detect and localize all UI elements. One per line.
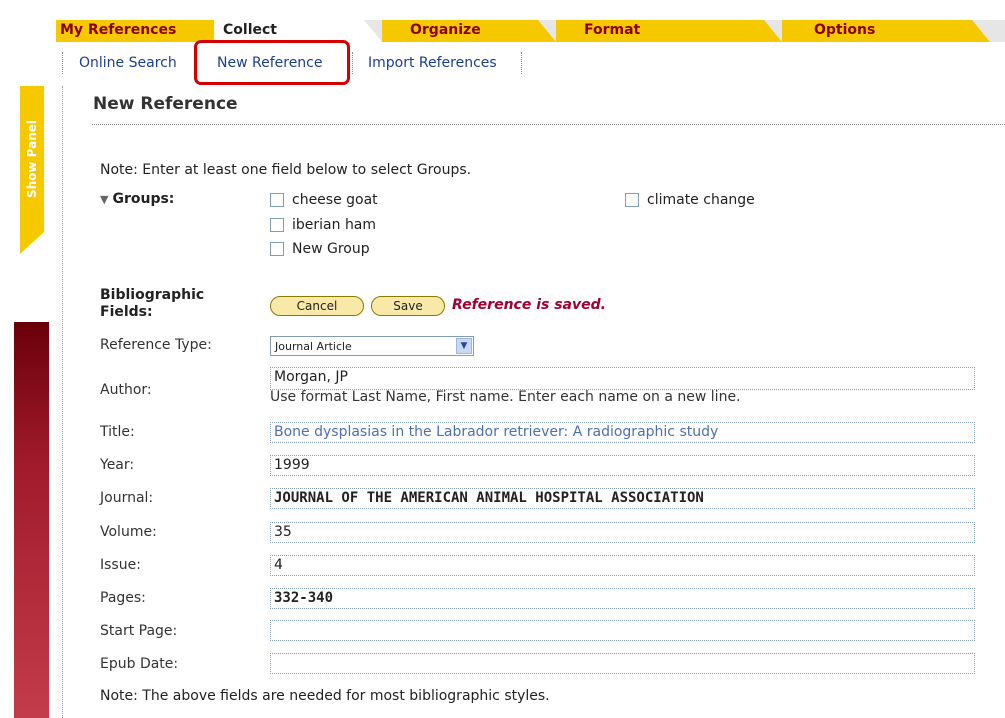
tab-collect[interactable]: Collect	[214, 20, 382, 42]
reference-type-label: Reference Type:	[100, 337, 212, 353]
author-field[interactable]: Morgan, JP	[270, 367, 975, 390]
epub-date-label: Epub Date:	[100, 656, 179, 672]
start-page-label: Start Page:	[100, 623, 178, 639]
tab-my-references[interactable]: My References	[56, 20, 232, 42]
group-checkbox-iberian-ham[interactable]: iberian ham	[270, 217, 376, 233]
tab-label: Collect	[223, 22, 277, 38]
journal-label: Journal:	[100, 490, 154, 506]
groups-label: Groups:	[112, 191, 175, 207]
tab-label: My References	[60, 22, 177, 38]
groups-note: Note: Enter at least one field below to …	[100, 162, 472, 178]
tab-options[interactable]: Options	[782, 20, 990, 42]
group-label: New Group	[292, 241, 370, 257]
reference-type-value: Journal Article	[275, 340, 352, 353]
volume-field[interactable]: 35	[270, 522, 975, 543]
title-field[interactable]: Bone dysplasias in the Labrador retrieve…	[270, 422, 975, 443]
save-button[interactable]: Save	[371, 296, 445, 316]
new-reference-highlight-box	[194, 40, 350, 85]
tab-label: Format	[584, 22, 641, 38]
epub-date-field[interactable]	[270, 653, 975, 674]
subnav-online-search[interactable]: Online Search	[79, 55, 177, 71]
issue-field[interactable]: 4	[270, 555, 975, 576]
show-panel-label: Show Panel	[25, 119, 39, 199]
bibliographic-fields-label: Bibliographic Fields:	[100, 287, 205, 320]
author-label: Author:	[100, 382, 152, 398]
tab-label: Options	[814, 22, 876, 38]
tab-format[interactable]: Format	[556, 20, 782, 42]
side-panel-decoration	[14, 322, 49, 718]
checkbox[interactable]	[270, 242, 284, 256]
saved-status-message: Reference is saved.	[452, 297, 606, 313]
pages-label: Pages:	[100, 590, 146, 606]
year-label: Year:	[100, 457, 135, 473]
main-tab-bar: My References Collect Organize Format Op…	[0, 0, 1005, 46]
cancel-button[interactable]: Cancel	[270, 296, 364, 316]
checkbox[interactable]	[270, 218, 284, 232]
volume-label: Volume:	[100, 524, 157, 540]
author-format-hint: Use format Last Name, First name. Enter …	[270, 389, 741, 405]
tab-organize[interactable]: Organize	[382, 20, 556, 42]
pages-field[interactable]: 332-340	[270, 588, 975, 609]
group-checkbox-cheese-goat[interactable]: cheese goat	[270, 192, 378, 208]
bibliographic-styles-note: Note: The above fields are needed for mo…	[100, 688, 550, 704]
title-divider	[92, 124, 1005, 125]
checkbox[interactable]	[625, 193, 639, 207]
tab-label: Organize	[410, 22, 481, 38]
show-panel-tab-tip	[20, 232, 44, 254]
subnav-divider	[521, 52, 522, 74]
group-checkbox-new-group[interactable]: New Group	[270, 241, 370, 257]
subnav-divider	[62, 52, 63, 74]
start-page-field[interactable]	[270, 620, 975, 641]
group-label: iberian ham	[292, 217, 377, 233]
group-label: climate change	[647, 192, 755, 208]
content-left-divider	[62, 86, 63, 718]
year-field[interactable]: 1999	[270, 455, 975, 476]
group-checkbox-climate-change[interactable]: climate change	[625, 192, 755, 208]
issue-label: Issue:	[100, 557, 141, 573]
groups-toggle[interactable]: ▼ Groups:	[100, 191, 174, 207]
chevron-down-icon[interactable]: ▼	[456, 338, 472, 354]
subnav-import-references[interactable]: Import References	[368, 55, 497, 71]
show-panel-button[interactable]: Show Panel	[20, 86, 44, 232]
group-label: cheese goat	[292, 192, 378, 208]
checkbox[interactable]	[270, 193, 284, 207]
subnav-divider	[352, 52, 353, 74]
title-label: Title:	[100, 424, 135, 440]
reference-type-select[interactable]: Journal Article ▼	[270, 336, 474, 356]
page-title: New Reference	[93, 94, 238, 114]
journal-field[interactable]: JOURNAL OF THE AMERICAN ANIMAL HOSPITAL …	[270, 488, 975, 509]
collapse-triangle-icon: ▼	[100, 193, 109, 206]
